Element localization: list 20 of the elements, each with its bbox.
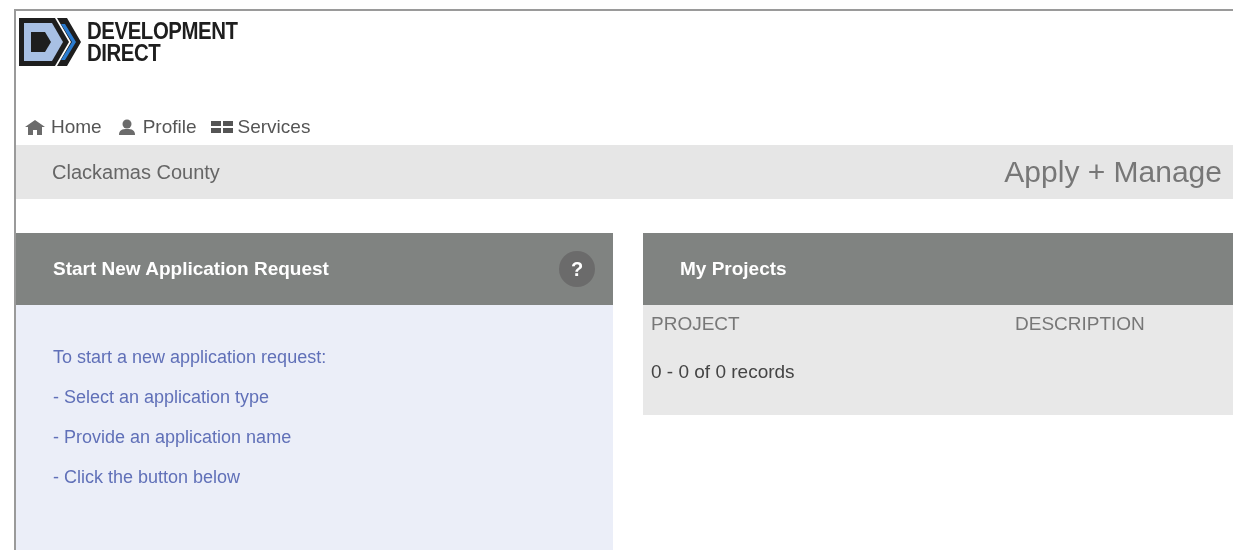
grid-icon	[210, 119, 233, 135]
panel-title: My Projects	[680, 258, 787, 280]
logo-icon	[17, 16, 83, 68]
nav-link[interactable]: Profile	[115, 113, 197, 141]
nav-link[interactable]: Home	[24, 113, 102, 141]
page-title: Apply + Manage	[1004, 155, 1222, 189]
column-header[interactable]: DESCRIPTION	[1015, 313, 1233, 335]
help-button[interactable]: ?	[559, 251, 595, 287]
panel-title: Start New Application Request	[53, 258, 329, 280]
county-name: Clackamas County	[52, 160, 220, 184]
nav-link[interactable]: Services	[210, 113, 311, 141]
instruction-text: - Select an application type	[53, 386, 271, 409]
home-icon	[24, 119, 46, 135]
column-header[interactable]: PROJECT	[651, 313, 1015, 335]
logo-text: DEVELOPMENT	[87, 20, 238, 42]
logo-text: DIRECT	[87, 42, 162, 64]
instruction-text: - Click the button below	[53, 466, 242, 489]
record-count: 0 - 0 of 0 records	[651, 361, 795, 383]
instruction-text: - Provide an application name	[53, 426, 293, 449]
instruction-text: To start a new application request:	[53, 346, 328, 369]
